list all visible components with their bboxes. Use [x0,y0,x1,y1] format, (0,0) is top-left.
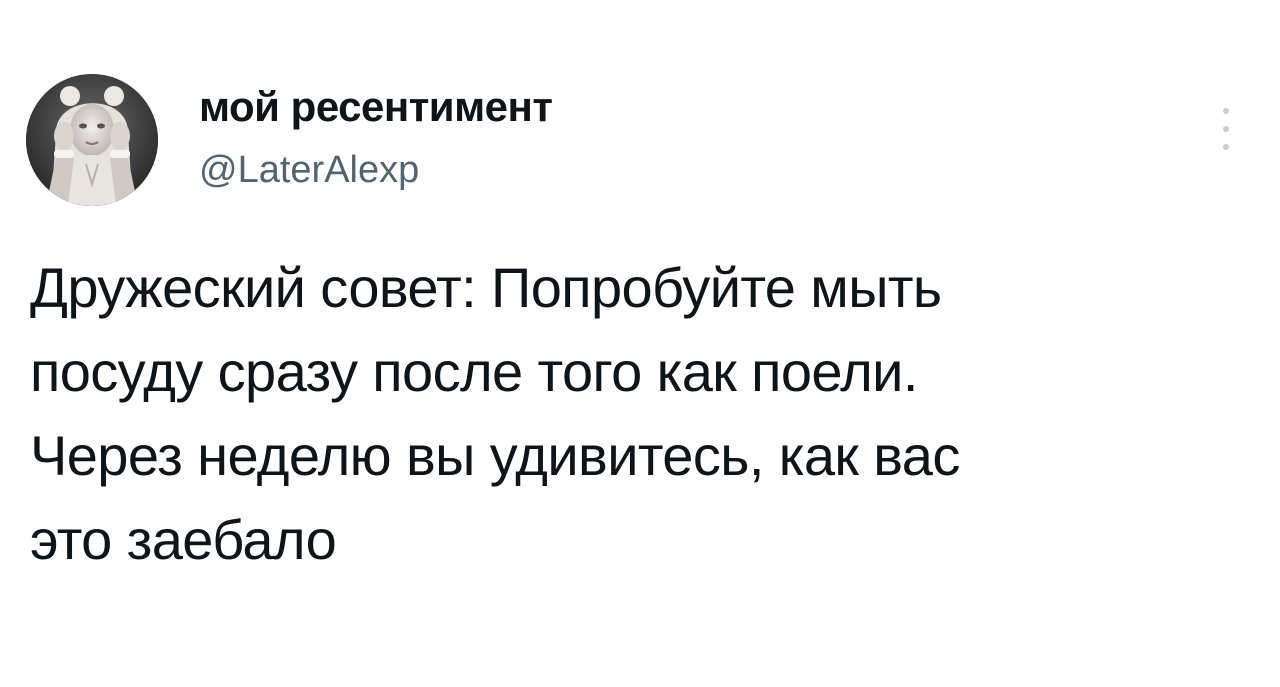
tweet-text-line: это заебало [30,508,337,571]
author-handle[interactable]: @LaterAlexp [199,147,419,193]
avatar[interactable] [26,74,158,206]
more-vertical-icon [1223,144,1229,150]
profile-photo-icon [26,74,158,206]
tweet-text-line: посуду сразу после того как поели. [30,340,918,403]
tweet-text-line: Через неделю вы удивитесь, как вас [30,424,960,487]
author-display-name[interactable]: мой ресентимент [199,82,553,132]
more-options-button[interactable] [1210,104,1242,154]
tweet-text-line: Дружеский совет: Попробуйте мыть [30,256,942,319]
more-vertical-icon [1223,108,1229,114]
more-vertical-icon [1223,126,1229,132]
tweet-text: Дружеский совет: Попробуйте мыть посуду … [30,246,1240,582]
tweet-card: мой ресентимент @LaterAlexp Дружеский со… [0,0,1280,687]
